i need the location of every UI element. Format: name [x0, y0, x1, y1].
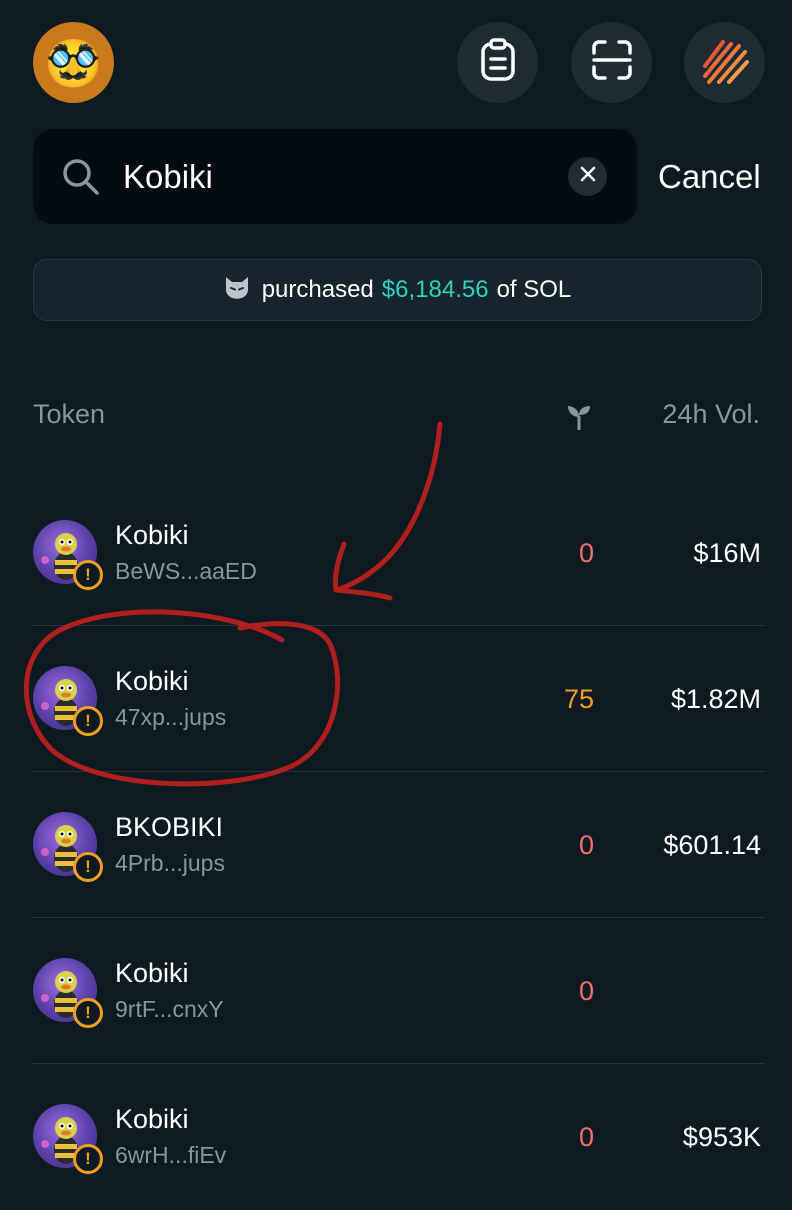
- search-icon: [61, 157, 101, 202]
- profile-avatar-button[interactable]: 🥸: [33, 22, 114, 103]
- token-row[interactable]: ! Kobiki 6wrH...fiEv 0 $953K: [33, 1064, 765, 1210]
- purchase-banner[interactable]: purchased $6,184.56 of SOL: [33, 259, 762, 321]
- holder-count: 0: [578, 976, 594, 1006]
- clipboard-button[interactable]: [457, 22, 538, 103]
- column-header-volume[interactable]: 24h Vol.: [662, 399, 760, 430]
- token-name: Kobiki: [115, 666, 189, 696]
- warning-icon: !: [73, 706, 103, 736]
- close-icon: [580, 166, 596, 187]
- token-row[interactable]: ! Kobiki BeWS...aaED 0 $16M: [33, 480, 765, 626]
- warning-icon: !: [73, 998, 103, 1028]
- banner-suffix: of SOL: [496, 276, 572, 303]
- token-address: 4Prb...jups: [115, 850, 225, 876]
- token-row[interactable]: ! BKOBIKI 4Prb...jups 0 $601.14: [33, 772, 765, 918]
- holder-count: 0: [578, 1122, 594, 1152]
- token-name: Kobiki: [115, 1104, 189, 1134]
- column-header-token[interactable]: Token: [33, 399, 105, 430]
- token-address: BeWS...aaED: [115, 558, 257, 584]
- scan-icon: [591, 39, 633, 86]
- token-volume: $953K: [682, 1122, 761, 1152]
- holder-count: 0: [578, 538, 594, 568]
- cat-icon: [224, 275, 250, 306]
- token-name: Kobiki: [115, 958, 189, 988]
- cancel-button[interactable]: Cancel: [658, 129, 761, 224]
- profile-emoji: 🥸: [44, 36, 103, 89]
- token-name: BKOBIKI: [115, 812, 224, 842]
- holder-count: 75: [563, 684, 594, 714]
- brand-menu-button[interactable]: [684, 22, 765, 103]
- search-input[interactable]: Kobiki: [123, 129, 213, 224]
- clipboard-icon: [479, 38, 517, 87]
- holder-count: 0: [578, 830, 594, 860]
- brand-stripes-icon: [701, 36, 749, 89]
- token-volume: $601.14: [663, 830, 761, 860]
- banner-prefix: purchased: [261, 276, 374, 303]
- search-bar[interactable]: Kobiki: [33, 129, 637, 224]
- token-address: 47xp...jups: [115, 704, 227, 730]
- token-row[interactable]: ! Kobiki 47xp...jups 75 $1.82M: [33, 626, 765, 772]
- token-name: Kobiki: [115, 520, 189, 550]
- warning-icon: !: [73, 852, 103, 882]
- token-address: 9rtF...cnxY: [115, 996, 224, 1022]
- token-address: 6wrH...fiEv: [115, 1142, 227, 1168]
- clear-search-button[interactable]: [568, 157, 607, 196]
- warning-icon: !: [73, 1144, 103, 1174]
- warning-icon: !: [73, 560, 103, 590]
- token-volume: $16M: [693, 538, 761, 568]
- scan-button[interactable]: [571, 22, 652, 103]
- token-volume: $1.82M: [670, 684, 761, 714]
- token-row[interactable]: ! Kobiki 9rtF...cnxY 0: [33, 918, 765, 1064]
- sprout-icon[interactable]: [566, 404, 592, 435]
- banner-amount: $6,184.56: [381, 276, 489, 303]
